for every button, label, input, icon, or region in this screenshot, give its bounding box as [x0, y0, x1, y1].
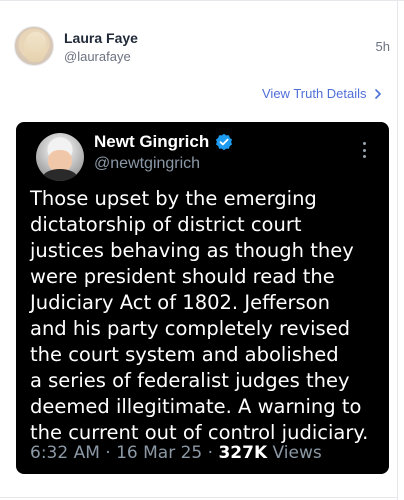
embed-author-handle: @newtgingrich [94, 155, 201, 172]
embed-text-line: dictatorship of district court [30, 213, 302, 236]
embed-timestamp: 6:32 AM · 16 Mar 25 · [30, 443, 219, 463]
post-header: Laura Faye @laurafaye 5h [14, 26, 390, 70]
chevron-right-icon [374, 88, 381, 99]
embed-text-line: were president should read the [30, 265, 335, 288]
embed-post-meta: 6:32 AM · 16 Mar 25 · 327K Views [30, 443, 322, 463]
embed-views-count: 327K [218, 443, 268, 463]
right-divider [397, 0, 398, 500]
author-handle[interactable]: @laurafaye [64, 49, 131, 64]
details-link-label: View Truth Details [262, 86, 367, 101]
embed-text-line: a series of federalist judges they [30, 369, 350, 392]
embed-text-line: deemed illegitimate. A warning to [30, 395, 362, 418]
embed-views-label: Views [267, 443, 322, 463]
embed-text-line: and his party completely revised [30, 317, 351, 340]
embed-text-line: Judiciary Act of 1802. Jefferson [30, 291, 330, 314]
embed-author-avatar [36, 133, 84, 181]
embed-author-name: Newt Gingrich [94, 132, 210, 151]
embed-author-name-row: Newt Gingrich [94, 132, 233, 152]
embedded-post-image[interactable]: Newt Gingrich @newtgingrich Those upset … [16, 122, 389, 474]
author-name[interactable]: Laura Faye [64, 30, 138, 46]
view-truth-details-link[interactable]: View Truth Details [262, 86, 383, 101]
verified-badge-icon [216, 133, 233, 151]
top-divider [0, 0, 404, 1]
embed-text-line: the court system and abolished [30, 343, 339, 366]
more-vertical-icon [363, 142, 367, 158]
author-avatar[interactable] [14, 26, 54, 66]
bottom-divider [0, 497, 398, 498]
embed-text-line: justices behaving as though they [30, 239, 354, 262]
embed-text-line: Those upset by the emerging [30, 187, 317, 210]
post-timestamp: 5h [375, 39, 390, 54]
embed-post-text: Those upset by the emerging dictatorship… [30, 186, 380, 446]
